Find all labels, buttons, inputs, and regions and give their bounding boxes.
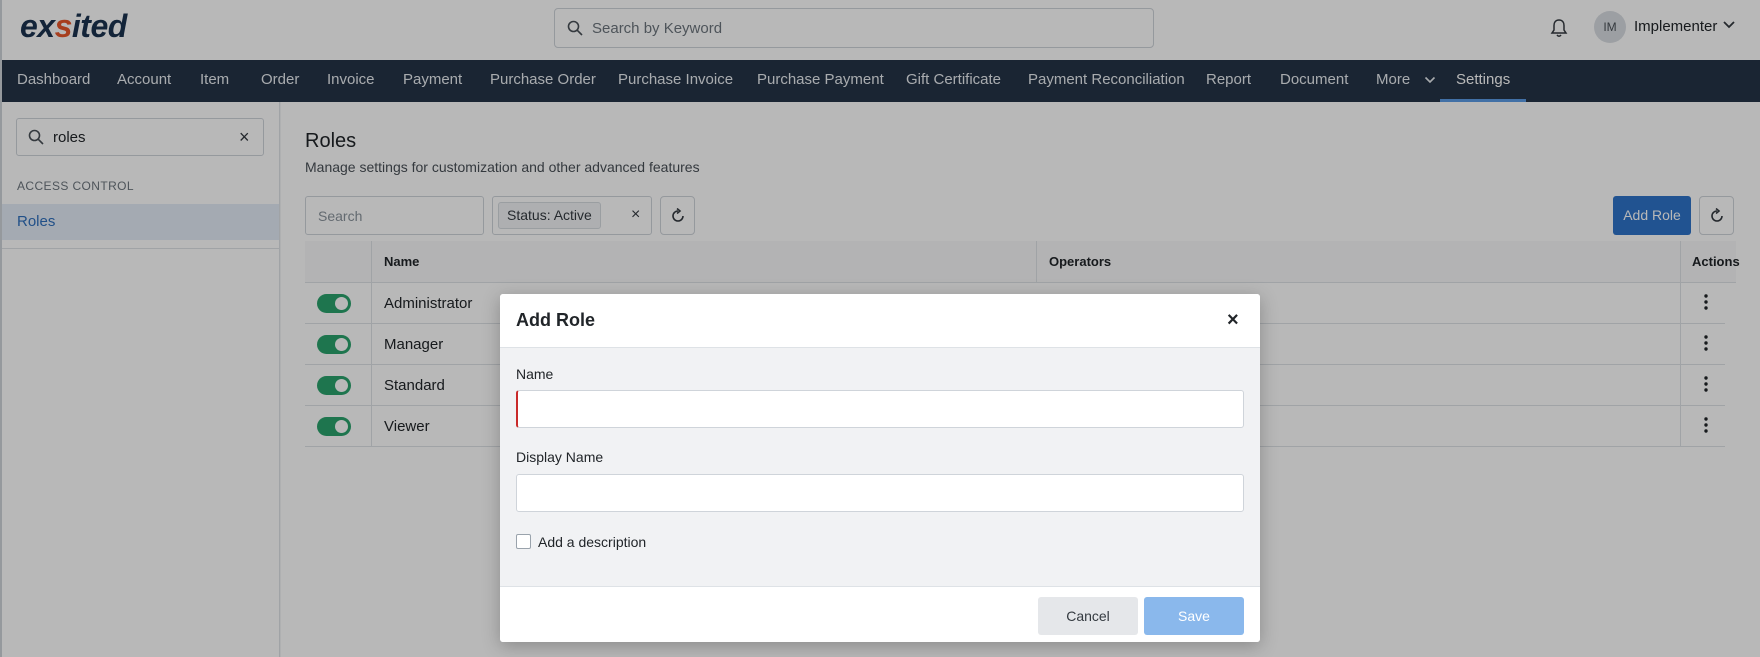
save-button[interactable]: Save	[1144, 597, 1244, 635]
cancel-button[interactable]: Cancel	[1038, 597, 1138, 635]
close-icon[interactable]: ×	[1227, 310, 1239, 330]
add-description-checkbox[interactable]	[516, 534, 531, 549]
dialog-header: Add Role ×	[500, 294, 1260, 348]
display-name-field[interactable]	[516, 474, 1244, 512]
dialog-title: Add Role	[516, 310, 595, 330]
add-role-dialog: Add Role × Name Display Name Add a descr…	[500, 294, 1260, 642]
name-label: Name	[516, 366, 554, 382]
add-description-label[interactable]: Add a description	[538, 534, 646, 550]
name-field[interactable]	[516, 390, 1244, 428]
display-name-label: Display Name	[516, 449, 604, 465]
